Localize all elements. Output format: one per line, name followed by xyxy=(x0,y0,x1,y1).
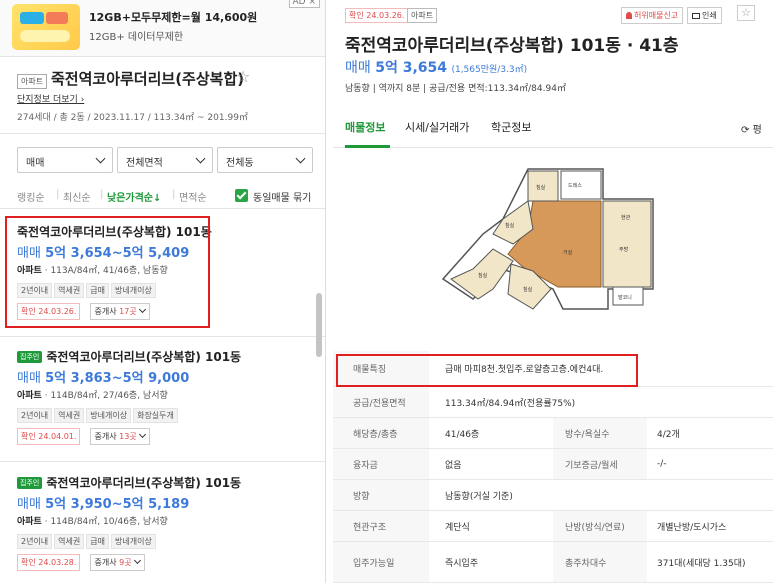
listing-tags: 2년이내 역세권 방네개이상 화장실두개 xyxy=(17,403,307,423)
detail-summary: 남동향 | 역까지 8분 | 공급/전용 면적:113.34㎡/84.94㎡ xyxy=(345,84,566,94)
tab-price-history[interactable]: 시세/실거래가 xyxy=(405,119,469,135)
ad-close-button[interactable]: AD × xyxy=(288,0,320,8)
favorite-star-icon[interactable]: ☆ xyxy=(236,67,250,86)
table-row: 현관구조 계단식 난방(방식/연료) 개별난방/도시가스 xyxy=(333,511,773,542)
area-select[interactable]: 전체면적 xyxy=(117,147,213,173)
same-listing-checkbox[interactable] xyxy=(235,189,248,202)
confirmed-badge: 확인 24.03.26. xyxy=(345,8,409,23)
ad-banner[interactable]: 12GB+모두무제한=월 14,600원 12GB+ 데이터무제한 AD × xyxy=(0,0,325,57)
tab-school-info[interactable]: 학군정보 xyxy=(491,119,531,135)
listing-price: 매매 5억 3,950~5억 5,189 xyxy=(17,497,190,512)
confirmed-badge: 확인 24.04.01. xyxy=(17,428,81,445)
tab-listing-info[interactable]: 매물정보 xyxy=(345,119,385,135)
ad-subtitle: 12GB+ 데이터무제한 xyxy=(89,32,184,43)
chevron-down-icon xyxy=(95,153,106,164)
table-row: 입주가능일 즉시입주 총주차대수 371대(세대당 1.35대) xyxy=(333,542,773,583)
chevron-down-icon xyxy=(295,153,306,164)
sort-bar: 랭킹순 | 최신순 | 낮은가격순↓ | 면적순 동일매물 묶기 xyxy=(17,189,312,204)
floorplan-room-label: 현관 xyxy=(621,214,631,221)
area-unit-toggle[interactable]: ⟳ 평 xyxy=(741,121,762,136)
siren-icon xyxy=(626,12,632,19)
type-chip: 아파트 xyxy=(407,8,438,23)
floorplan-room-label: 드레스 xyxy=(568,182,582,189)
table-row: 방향 남동향(거실 기준) xyxy=(333,480,773,511)
complex-meta: 274세대 / 총 2동 / 2023.11.17 / 113.34㎡ ~ 20… xyxy=(17,113,248,123)
ad-title: 12GB+모두무제한=월 14,600원 xyxy=(89,11,258,24)
floorplan-room-label: 침실 xyxy=(478,272,488,279)
listing-spec: 아파트 · 114B/84㎡, 27/46층, 남서향 xyxy=(17,391,168,401)
floorplan-room-label: 침실 xyxy=(536,184,546,191)
table-row: 공급/전용면적 113.34㎡/84.94㎡(전용률75%) xyxy=(333,387,773,418)
ad-thumbnail xyxy=(12,4,80,50)
listing-footer: 확인 24.04.01. 중개사 13곳 xyxy=(17,424,307,445)
chevron-down-icon xyxy=(195,153,206,164)
floorplan-room-label: 침실 xyxy=(523,286,533,293)
refresh-icon: ⟳ xyxy=(741,125,750,136)
owner-badge: 집주인 xyxy=(17,351,43,363)
detail-panel: 확인 24.03.26. 아파트 허위매물신고 인쇄 ☆ 죽전역코아루더리브(주… xyxy=(333,0,773,583)
complex-header: 아파트 죽전역코아루더리브(주상복합) ☆ 단지정보 더보기 › 274세대 /… xyxy=(0,57,325,134)
sort-low-price[interactable]: 낮은가격순↓ xyxy=(107,189,161,204)
floorplan-room-label: 침실 xyxy=(505,222,515,229)
floorplan-room-label: 주방 xyxy=(619,246,629,253)
list-item[interactable]: 집주인 죽전역코아루더리브(주상복합) 101동 매매 5억 3,950~5억 5… xyxy=(17,474,307,571)
detail-price: 매매 5억 3,654 (1,565만원/3.3㎡) xyxy=(345,60,528,76)
list-item[interactable]: 집주인 죽전역코아루더리브(주상복합) 101동 매매 5억 3,863~5억 9… xyxy=(17,348,307,445)
sort-area[interactable]: 면적순 xyxy=(179,189,207,204)
printer-icon xyxy=(692,13,700,19)
listing-title: 집주인 죽전역코아루더리브(주상복합) 101동 xyxy=(17,474,307,491)
floorplan-room-label: 발코니 xyxy=(618,294,632,301)
sort-ranking[interactable]: 랭킹순 xyxy=(17,189,45,204)
print-button[interactable]: 인쇄 xyxy=(687,7,722,24)
favorite-star-icon[interactable]: ☆ xyxy=(737,5,755,21)
report-fake-button[interactable]: 허위매물신고 xyxy=(621,7,684,24)
complex-info-link[interactable]: 단지정보 더보기 › xyxy=(17,92,84,105)
floorplan-room-label: 거실 xyxy=(563,249,573,256)
table-row: 융자금 없음 기보증금/월세 -/- xyxy=(333,449,773,480)
scrollbar-thumb[interactable] xyxy=(316,293,322,357)
sort-latest[interactable]: 최신순 xyxy=(63,189,91,204)
building-select[interactable]: 전체동 xyxy=(217,147,313,173)
floor-plan-image: 침실 침실 드레스 거실 주방 침실 침실 현관 발코니 xyxy=(441,168,654,310)
agent-count-button[interactable]: 중개사 13곳 xyxy=(89,428,150,445)
same-listing-label: 동일매물 묶기 xyxy=(253,193,312,204)
trade-type-select[interactable]: 매매 xyxy=(17,147,113,173)
listing-panel: 12GB+모두무제한=월 14,600원 12GB+ 데이터무제한 AD × 아… xyxy=(0,0,326,583)
app-root: 12GB+모두무제한=월 14,600원 12GB+ 데이터무제한 AD × 아… xyxy=(0,0,773,583)
detail-tabs: 매물정보 시세/실거래가 학군정보 ⟳ 평 xyxy=(333,107,773,148)
chevron-down-icon xyxy=(138,430,146,439)
filter-bar: 매매 전체면적 전체동 xyxy=(17,147,313,173)
listing-title: 집주인 죽전역코아루더리브(주상복합) 101동 xyxy=(17,348,307,365)
confirmed-badge: 확인 24.03.28. xyxy=(17,554,81,571)
agent-count-button[interactable]: 중개사 9곳 xyxy=(89,554,145,571)
listing-price: 매매 5억 3,863~5억 9,000 xyxy=(17,371,190,386)
highlight-box xyxy=(336,354,638,387)
detail-title: 죽전역코아루더리브(주상복합) 101동 · 41층 xyxy=(345,36,679,56)
highlight-box xyxy=(5,216,210,328)
complex-name: 죽전역코아루더리브(주상복합) xyxy=(51,70,245,88)
table-row: 해당층/총층 41/46층 방수/욕실수 4/2개 xyxy=(333,418,773,449)
listing-footer: 확인 24.03.28. 중개사 9곳 xyxy=(17,550,307,571)
complex-type-chip: 아파트 xyxy=(17,74,48,89)
owner-badge: 집주인 xyxy=(17,477,43,489)
listing-spec: 아파트 · 114B/84㎡, 10/46층, 남서향 xyxy=(17,517,168,527)
listing-tags: 2년이내 역세권 급매 방네개이상 xyxy=(17,529,307,549)
chevron-down-icon xyxy=(133,556,141,565)
